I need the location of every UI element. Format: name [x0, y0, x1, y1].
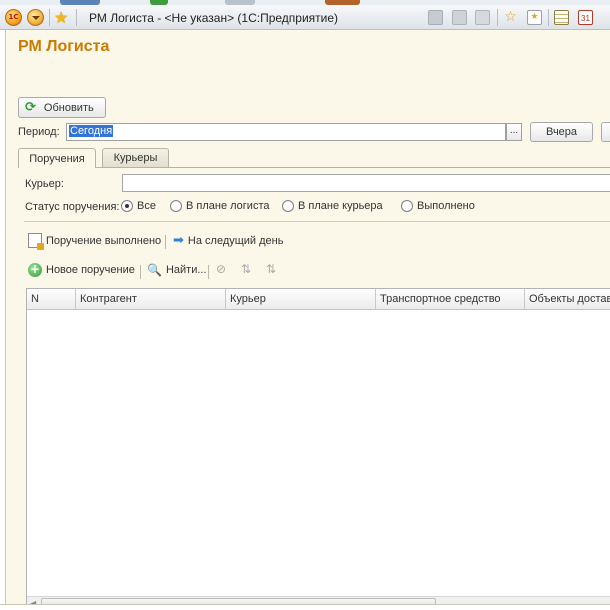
order-done-button[interactable]: Поручение выполнено — [28, 233, 162, 250]
column-header-courier[interactable]: Курьер — [226, 289, 376, 310]
calendar-icon[interactable]: 31 — [578, 10, 593, 25]
refresh-icon: ⟳ — [25, 100, 36, 115]
status-radio-logist-plan[interactable]: В плане логиста — [170, 200, 269, 212]
yesterday-button[interactable]: Вчера — [530, 122, 593, 142]
form-window: РМ Логиста ⟳ Обновить Период: Сегодня ..… — [5, 30, 610, 610]
status-option-label: Выполнено — [417, 200, 475, 212]
sort-descending-icon[interactable]: ⇅ — [266, 262, 276, 276]
status-label: Статус поручения: — [25, 201, 120, 213]
bookmark-icon[interactable]: ★ — [527, 10, 542, 25]
tab-orders[interactable]: Поручения — [18, 148, 96, 168]
status-option-label: Все — [137, 200, 156, 212]
radio-circle-icon — [121, 200, 133, 212]
add-favorite-icon[interactable]: ☆ — [503, 10, 518, 25]
command-separator — [140, 265, 141, 279]
courier-label: Курьер: — [25, 178, 64, 190]
search-icon: 🔍 — [147, 263, 162, 277]
status-radio-all[interactable]: Все — [121, 200, 156, 212]
title-separator — [497, 9, 498, 26]
column-header-counterparty[interactable]: Контрагент — [76, 289, 226, 310]
period-input[interactable]: Сегодня — [66, 123, 506, 141]
status-radio-done[interactable]: Выполнено — [401, 200, 475, 212]
courier-input[interactable] — [122, 174, 610, 192]
order-done-label: Поручение выполнено — [46, 234, 162, 247]
cancel-search-icon[interactable]: ⊘ — [216, 262, 226, 276]
favorites-star-icon[interactable]: ★ — [54, 8, 68, 27]
document-done-icon — [28, 233, 44, 250]
radio-circle-icon — [170, 200, 182, 212]
column-header-number[interactable]: N — [27, 289, 76, 310]
print-icon[interactable] — [452, 10, 467, 25]
title-separator — [548, 9, 549, 26]
refresh-button[interactable]: ⟳ Обновить — [18, 97, 106, 118]
command-separator — [165, 235, 166, 249]
new-order-label: Новое поручение — [46, 264, 135, 276]
radio-circle-icon — [282, 200, 294, 212]
find-label: Найти... — [165, 264, 207, 276]
title-separator — [76, 9, 77, 26]
main-menu-button[interactable] — [27, 9, 44, 26]
form-title: РМ Логиста — [18, 38, 110, 55]
filters-divider — [24, 221, 610, 222]
status-radio-courier-plan[interactable]: В плане курьера — [282, 200, 383, 212]
period-value: Сегодня — [69, 125, 114, 137]
next-day-button[interactable]: ➡ На следущий день — [173, 233, 283, 248]
orders-table[interactable]: N Контрагент Курьер Транспортное средств… — [26, 288, 610, 610]
sort-ascending-icon[interactable]: ⇅ — [241, 262, 251, 276]
column-header-vehicle[interactable]: Транспортное средство — [376, 289, 525, 310]
1c-logo-icon[interactable]: 1C — [5, 9, 22, 26]
new-order-button[interactable]: + Новое поручение — [28, 263, 135, 277]
tab-underline — [18, 167, 610, 168]
bottom-edge — [0, 604, 610, 610]
table-header: N Контрагент Курьер Транспортное средств… — [27, 289, 610, 310]
find-button[interactable]: 🔍 Найти... — [147, 263, 207, 277]
window-title: РМ Логиста - <Не указан> (1С:Предприятие… — [89, 11, 339, 25]
save-icon[interactable] — [428, 10, 443, 25]
tab-couriers[interactable]: Курьеры — [102, 148, 169, 167]
title-separator — [49, 9, 50, 26]
title-bar: 1C ★ РМ Логиста - <Не указан> (1С:Предпр… — [0, 5, 610, 30]
command-separator — [208, 265, 209, 279]
status-option-label: В плане курьера — [298, 200, 383, 212]
period-label: Период: — [18, 126, 60, 138]
radio-circle-icon — [401, 200, 413, 212]
refresh-label: Обновить — [43, 101, 94, 114]
add-icon: + — [28, 262, 42, 277]
next-period-button[interactable] — [601, 122, 610, 142]
arrow-right-icon: ➡ — [173, 233, 184, 248]
status-option-label: В плане логиста — [186, 200, 270, 212]
preview-icon[interactable] — [475, 10, 490, 25]
next-day-label: На следущий день — [187, 234, 284, 247]
calculator-icon[interactable] — [554, 10, 569, 25]
period-select-button[interactable]: ... — [506, 123, 522, 141]
column-header-delivery-objects[interactable]: Объекты достав — [525, 289, 610, 310]
